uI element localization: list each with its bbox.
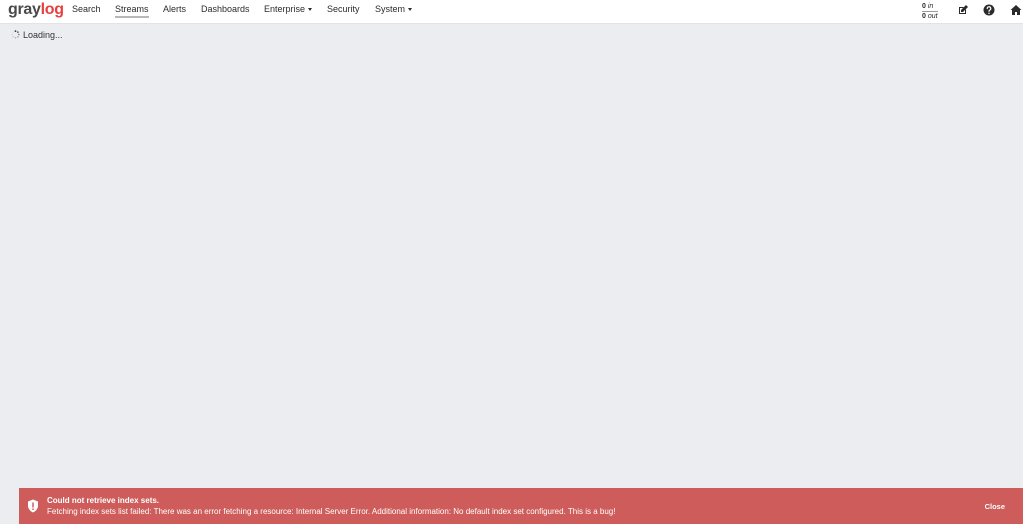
throughput-indicator: 0 in 0 out (922, 2, 938, 21)
nav-search[interactable]: Search (72, 3, 101, 15)
logo-text-log: log (40, 1, 64, 18)
home-icon[interactable] (1009, 4, 1023, 16)
nav-dashboards[interactable]: Dashboards (201, 3, 250, 15)
close-button[interactable]: Close (985, 502, 1005, 512)
chevron-down-icon (408, 8, 413, 12)
throughput-in: 0 in (922, 2, 938, 11)
chevron-down-icon (308, 8, 313, 12)
logo-text-gray: gray (8, 1, 41, 18)
error-title: Could not retrieve index sets. (47, 496, 160, 505)
loading-indicator: Loading... (11, 30, 63, 41)
spinner-icon (11, 30, 20, 39)
graylog-logo[interactable]: graylog (8, 1, 64, 19)
throughput-out: 0 out (922, 11, 938, 21)
throughput-in-value: 0 (922, 3, 926, 10)
edit-icon[interactable] (957, 4, 969, 16)
nav-streams[interactable]: Streams (115, 3, 149, 18)
help-icon[interactable] (983, 4, 995, 16)
nav-security[interactable]: Security (327, 3, 360, 15)
throughput-out-label: out (927, 13, 938, 20)
nav-system[interactable]: System (375, 3, 413, 15)
loading-text: Loading... (23, 30, 63, 40)
top-navbar: graylog Search Streams Alerts Dashboards… (0, 0, 1023, 24)
nav-alerts[interactable]: Alerts (163, 3, 186, 15)
nav-enterprise-label: Enterprise (264, 4, 306, 14)
nav-system-label: System (375, 4, 406, 14)
error-notification: Could not retrieve index sets. Fetching … (19, 488, 1023, 524)
throughput-in-label: in (927, 3, 934, 10)
throughput-out-value: 0 (922, 13, 926, 20)
nav-enterprise[interactable]: Enterprise (264, 3, 313, 15)
shield-exclamation-icon (28, 499, 38, 513)
error-message: Fetching index sets list failed: There w… (47, 507, 616, 516)
